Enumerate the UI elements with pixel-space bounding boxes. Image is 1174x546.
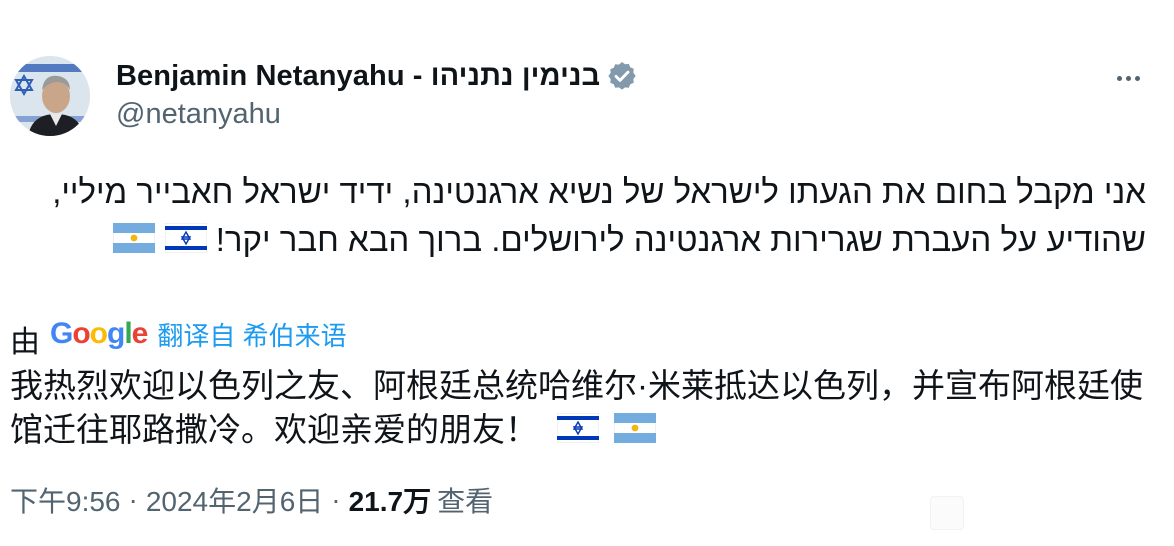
argentina-flag-icon [112,218,156,266]
author-display-name[interactable]: Benjamin Netanyahu - בנימין נתניהו [116,60,600,93]
post-text-translated: 我热烈欢迎以色列之友、阿根廷总统哈维尔·米莱抵达以色列，并宣布阿根廷使馆迁往耶路… [10,364,1154,454]
meta-separator: · [331,484,341,515]
translation-by-label: 由 [10,326,40,359]
avatar-image [10,56,90,136]
google-logo: Google [50,317,148,350]
israel-flag-icon [164,218,208,266]
argentina-flag-icon [613,410,657,454]
post-text-original: אני מקבל בחום את הגעתו לישראל של נשיא אר… [10,168,1146,266]
faded-overlay-box [930,496,964,530]
author-avatar[interactable] [10,56,90,136]
translated-from-link[interactable]: 翻译自 希伯来语 [157,316,346,353]
translation-attribution: 由 Google 翻译自 希伯来语 [10,314,347,359]
meta-separator: · [128,484,138,515]
verified-badge-icon[interactable] [606,60,638,92]
author-name-row: Benjamin Netanyahu - בנימין נתניהו [116,56,638,96]
post-date[interactable]: 2024年2月6日 [146,480,323,520]
author-handle[interactable]: @netanyahu [116,98,281,131]
views-label: 查看 [437,486,494,517]
post-text-hebrew: אני מקבל בחום את הגעתו לישראל של נשיא אר… [52,173,1146,258]
more-options-icon[interactable] [1110,60,1146,96]
post-time[interactable]: 下午9:56 [10,480,121,520]
israel-flag-icon [556,410,600,454]
post-meta: 下午9:56 · 2024年2月6日 · 21.7万 查看 [10,480,493,520]
views-count[interactable]: 21.7万 [349,480,432,520]
